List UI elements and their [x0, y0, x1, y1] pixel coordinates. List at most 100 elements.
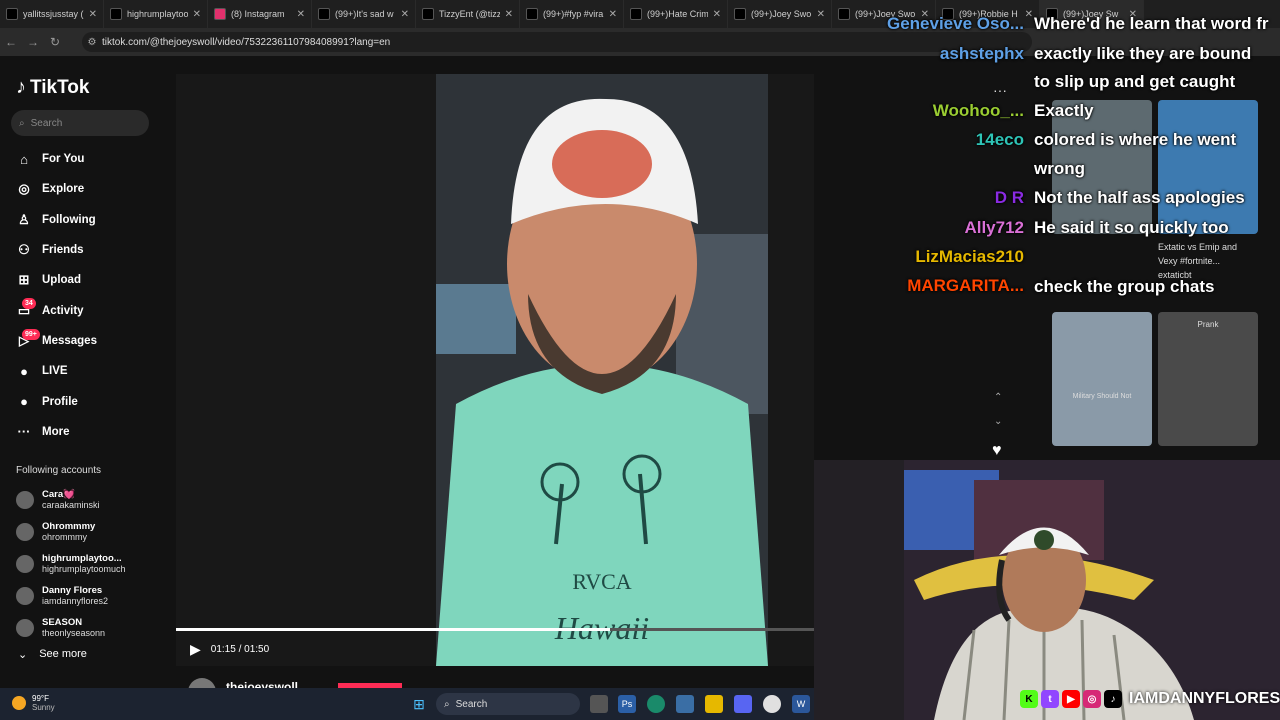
- youtube-icon: ▶: [1062, 690, 1080, 708]
- following-account[interactable]: highrumplaytoo... highrumplaytoomuch: [16, 548, 126, 580]
- site-info-icon[interactable]: ⚙: [82, 37, 102, 48]
- tab-title: (8) Instagram: [231, 9, 285, 19]
- video-frame[interactable]: RVCA Hawaii: [436, 74, 768, 666]
- thumbnail-caption: Extatic vs Emip and Vexy #fortnite... ex…: [1158, 240, 1237, 282]
- following-icon: ♙: [18, 211, 30, 227]
- tab-favicon-icon: [526, 8, 538, 20]
- tab-title: (99+)Joey Swo: [751, 9, 812, 19]
- forward-icon[interactable]: →: [22, 35, 44, 49]
- avatar: [16, 619, 34, 637]
- close-icon[interactable]: ✕: [713, 9, 721, 20]
- nav-label: Friends: [42, 244, 84, 257]
- kick-icon: K: [1020, 690, 1038, 708]
- weather-widget[interactable]: 99°F Sunny: [12, 694, 55, 712]
- account-name: Danny Flores: [42, 585, 103, 596]
- video-controls: ▶ 01:15 / 01:50: [190, 641, 269, 658]
- close-icon[interactable]: ✕: [89, 9, 97, 20]
- chat-message: He said it so quickly too: [1034, 218, 1229, 237]
- task-view-icon[interactable]: [590, 695, 608, 713]
- tab-favicon-icon: [630, 8, 642, 20]
- word-icon[interactable]: W: [792, 695, 810, 713]
- instagram-icon: ◎: [1083, 690, 1101, 708]
- video-thumbnail[interactable]: Military Should Not: [1052, 312, 1152, 446]
- chat-username: LizMacias210: [915, 247, 1024, 266]
- chat-message: check the group chats: [1034, 277, 1215, 296]
- chrome-icon[interactable]: [763, 695, 781, 713]
- weather-temp: 99°F: [32, 694, 49, 703]
- folder-icon[interactable]: [705, 695, 723, 713]
- streamer-handle: IAMDANNYFLORES: [1129, 690, 1280, 707]
- nav-item-for-you[interactable]: ⌂ For You: [0, 144, 176, 174]
- upload-icon: ⊞: [18, 272, 30, 288]
- nav-item-live[interactable]: ● LIVE: [0, 356, 176, 386]
- compass-icon: ◎: [18, 181, 30, 197]
- browser-tab[interactable]: yallitssjusstay (✕: [0, 0, 104, 28]
- video-progress-bar[interactable]: [176, 628, 814, 631]
- chat-message: Not the half ass apologies: [1034, 188, 1245, 207]
- tab-title: (99+)Hate Crim: [647, 9, 708, 19]
- close-icon[interactable]: ✕: [505, 9, 513, 20]
- photoshop-icon[interactable]: Ps: [618, 695, 636, 713]
- following-accounts-title: Following accounts: [16, 465, 102, 476]
- store-icon[interactable]: [676, 695, 694, 713]
- following-account[interactable]: SEASON theonlyseasonn: [16, 612, 126, 644]
- close-icon[interactable]: ✕: [193, 9, 201, 20]
- nav-item-upload[interactable]: ⊞ Upload: [0, 265, 176, 295]
- tiktok-logo[interactable]: ♪ TikTok: [16, 76, 89, 99]
- browser-tab[interactable]: (8) Instagram ✕: [208, 0, 312, 28]
- following-account[interactable]: Cara💓 caraakaminski: [16, 484, 126, 516]
- caption-title: Military Should Not: [1072, 393, 1132, 400]
- see-more-button[interactable]: ⌄ See more: [18, 648, 87, 661]
- like-heart-icon[interactable]: ♥: [992, 442, 1002, 460]
- taskbar-search[interactable]: ⌕ Search: [436, 693, 580, 715]
- nav-label: Explore: [42, 183, 85, 196]
- following-account[interactable]: Ohrommmy ohrommmy: [16, 516, 126, 548]
- close-icon[interactable]: ✕: [1025, 9, 1033, 20]
- chevron-down-icon[interactable]: ⌄: [994, 410, 1002, 434]
- webcam-image: [814, 460, 1280, 720]
- video-progress-fill: [176, 628, 610, 631]
- address-bar[interactable]: ⚙ tiktok.com/@thejoeyswoll/video/7532236…: [82, 32, 1032, 52]
- video-thumbnail[interactable]: [1158, 100, 1258, 234]
- nav-item-friends[interactable]: ⚇ Friends: [0, 235, 176, 265]
- nav-label: LIVE: [42, 365, 68, 378]
- close-icon[interactable]: ✕: [817, 9, 825, 20]
- close-icon[interactable]: ✕: [297, 9, 305, 20]
- see-more-label: See more: [39, 648, 87, 660]
- more-options-icon[interactable]: ···: [993, 82, 1007, 98]
- account-handle: caraakaminski: [42, 500, 100, 510]
- account-name: Ohrommmy: [42, 521, 96, 532]
- chevron-up-icon[interactable]: ⌃: [994, 386, 1002, 410]
- nav-item-profile[interactable]: ● Profile: [0, 386, 176, 416]
- tab-favicon-icon: [734, 8, 746, 20]
- browser-tab[interactable]: highrumplaytoo ✕: [104, 0, 208, 28]
- nav-item-explore[interactable]: ◎ Explore: [0, 174, 176, 204]
- nav-label: More: [42, 425, 70, 438]
- browser-tab[interactable]: (99+)Joey Swo ✕: [728, 0, 832, 28]
- windows-taskbar: 99°F Sunny ⊞ ⌕ Search Ps W: [0, 688, 814, 720]
- video-thumbnail[interactable]: Prank: [1158, 312, 1258, 446]
- following-accounts-list: Cara💓 caraakaminski Ohrommmy ohrommmy highru…: [16, 484, 126, 644]
- browser-tab[interactable]: TizzyEnt (@tizz ✕: [416, 0, 520, 28]
- browser-tab[interactable]: (99+)It's sad w ✕: [312, 0, 416, 28]
- nav-item-activity[interactable]: ▭ 34 Activity: [0, 295, 176, 325]
- nav-item-messages[interactable]: ▷ 99+ Messages: [0, 326, 176, 356]
- back-icon[interactable]: ←: [0, 35, 22, 49]
- discord-icon[interactable]: [734, 695, 752, 713]
- search-input[interactable]: ⌕ Search: [11, 110, 149, 136]
- close-icon[interactable]: ✕: [401, 9, 409, 20]
- nav-item-following[interactable]: ♙ Following: [0, 205, 176, 235]
- edge-icon[interactable]: [647, 695, 665, 713]
- reload-icon[interactable]: ↻: [44, 35, 66, 49]
- windows-start-icon[interactable]: ⊞: [410, 695, 428, 713]
- following-account[interactable]: Danny Flores iamdannyflores2: [16, 580, 126, 612]
- nav-item-more[interactable]: ··· More: [0, 417, 176, 447]
- browser-tab[interactable]: (99+)Hate Crim ✕: [624, 0, 728, 28]
- browser-tab[interactable]: (99+)#fyp #vira ✕: [520, 0, 624, 28]
- chat-message: exactly like they are bound: [1034, 44, 1252, 63]
- play-icon[interactable]: ▶: [190, 641, 201, 658]
- tab-favicon-icon: [214, 8, 226, 20]
- friends-icon: ⚇: [18, 242, 30, 258]
- tab-title: TizzyEnt (@tizz: [439, 9, 500, 19]
- close-icon[interactable]: ✕: [609, 9, 617, 20]
